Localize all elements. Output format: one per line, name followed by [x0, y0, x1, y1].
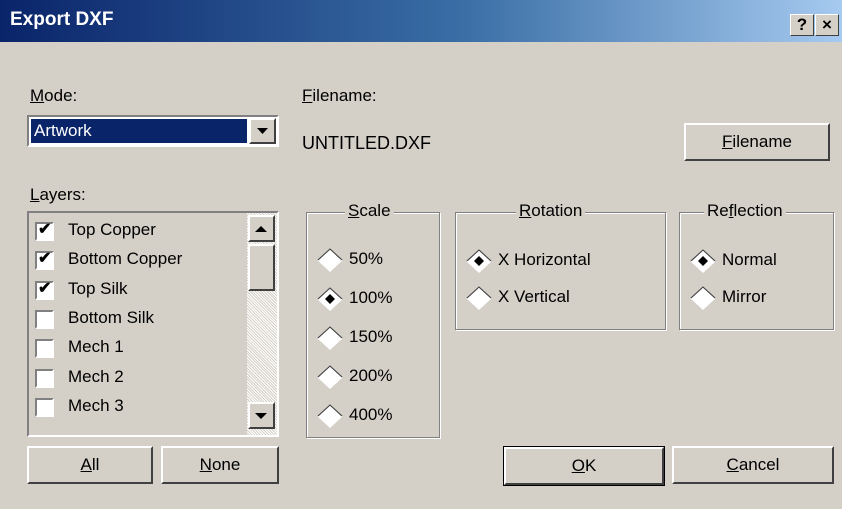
select-all-button[interactable]: All	[27, 446, 153, 484]
radio-icon	[466, 286, 492, 310]
filename-button[interactable]: Filename	[684, 123, 830, 161]
mode-dropdown[interactable]: Artwork	[27, 115, 279, 147]
radio-icon	[317, 248, 343, 272]
layers-list[interactable]: ✔ Top Copper ✔ Bottom Copper ✔ Top Silk Bottom…	[27, 211, 279, 437]
radio-label: 50%	[349, 249, 384, 268]
radio-label: Mirror	[722, 287, 767, 306]
layers-list-items: ✔ Top Copper ✔ Bottom Copper ✔ Top Silk Bottom…	[29, 215, 243, 435]
select-none-button[interactable]: None	[161, 446, 279, 484]
radio-label: X Vertical	[498, 287, 570, 306]
radio-selected-icon	[690, 249, 716, 273]
scale-group: Scale 50% 100% 150% 200% 400%	[306, 201, 440, 438]
scale-group-title: Scale	[345, 201, 394, 221]
layer-checkbox[interactable]	[35, 309, 54, 329]
dialog-title: Export DXF	[10, 9, 114, 30]
export-dxf-dialog: Export DXF ? × Mode: Artwork Filename: U…	[0, 0, 842, 509]
radio-label: 400%	[349, 405, 393, 424]
filename-label: Filename:	[302, 86, 377, 105]
rotation-group: Rotation X Horizontal X Vertical	[455, 201, 666, 330]
scroll-up-button[interactable]	[248, 215, 275, 242]
radio-icon	[690, 286, 716, 310]
layers-label: Layers:	[30, 185, 86, 204]
radio-label: 200%	[349, 366, 393, 385]
layer-label: Bottom Silk	[68, 307, 154, 327]
radio-label: X Horizontal	[498, 250, 591, 269]
radio-selected-icon	[317, 287, 343, 311]
radio-icon	[317, 365, 343, 389]
radio-label: Normal	[722, 250, 777, 269]
layer-checkbox[interactable]: ✔	[35, 221, 54, 241]
layer-checkbox[interactable]	[35, 339, 54, 359]
layer-checkbox[interactable]	[35, 397, 54, 417]
mode-selected-value: Artwork	[31, 119, 247, 143]
close-icon: ×	[822, 15, 832, 34]
layer-checkbox[interactable]	[35, 368, 54, 388]
arrow-down-icon	[255, 413, 267, 419]
title-bar: Export DXF ? ×	[0, 0, 842, 42]
arrow-up-icon	[255, 226, 267, 232]
reflection-group-title: Reflection	[704, 201, 786, 221]
radio-icon	[317, 404, 343, 428]
checkmark-icon: ✔	[38, 221, 52, 238]
chevron-down-icon	[257, 128, 268, 134]
scroll-down-button[interactable]	[248, 402, 275, 429]
radio-selected-icon	[466, 249, 492, 273]
layer-label: Top Copper	[68, 220, 156, 239]
layer-label: Bottom Copper	[68, 249, 183, 269]
radio-label: 100%	[349, 288, 393, 307]
layers-scrollbar[interactable]	[247, 213, 277, 435]
layer-checkbox[interactable]: ✔	[35, 250, 54, 271]
help-icon: ?	[796, 15, 808, 34]
layer-label: Top Silk	[68, 278, 128, 298]
radio-icon	[317, 326, 343, 350]
checkmark-icon: ✔	[38, 250, 52, 268]
radio-label: 150%	[349, 327, 393, 346]
help-button[interactable]: ?	[790, 14, 814, 36]
layer-label: Mech 2	[68, 366, 124, 386]
cancel-button[interactable]: Cancel	[672, 446, 834, 484]
layer-label: Mech 3	[68, 395, 124, 415]
layer-label: Mech 1	[68, 337, 124, 357]
reflection-group: Reflection Normal Mirror	[679, 201, 834, 330]
layer-checkbox[interactable]: ✔	[35, 279, 54, 300]
checkmark-icon: ✔	[38, 279, 52, 297]
scroll-thumb[interactable]	[248, 244, 275, 291]
mode-dropdown-button[interactable]	[249, 118, 276, 144]
close-button[interactable]: ×	[815, 14, 839, 36]
ok-button[interactable]: OK	[503, 446, 665, 486]
rotation-group-title: Rotation	[516, 201, 586, 221]
filename-value: UNTITLED.DXF	[302, 133, 432, 153]
mode-label: Mode:	[30, 86, 78, 105]
